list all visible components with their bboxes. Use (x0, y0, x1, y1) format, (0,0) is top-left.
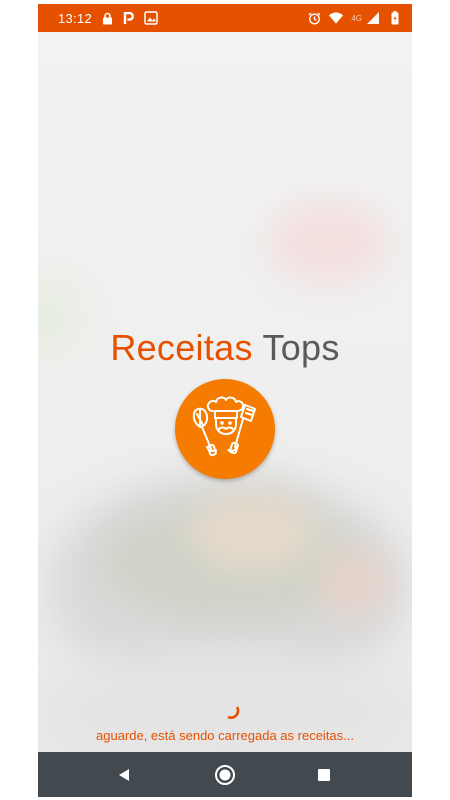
wifi-icon (329, 11, 344, 25)
battery-icon (388, 11, 402, 25)
network-type: 4G (351, 13, 362, 23)
status-bar: 13:12 4G (38, 4, 412, 32)
recents-icon (318, 768, 330, 781)
app-title-part2: Tops (262, 327, 340, 368)
lock-icon (100, 11, 114, 25)
alarm-icon (307, 11, 321, 25)
image-icon (144, 11, 158, 25)
loading-message: aguarde, está sendo carregada as receita… (96, 728, 354, 743)
device-screen: 13:12 4G Receitas Tops aguarde, está sen… (38, 4, 412, 797)
recents-button[interactable] (294, 752, 354, 797)
back-icon (119, 768, 129, 781)
home-icon (215, 764, 235, 785)
navigation-bar (38, 752, 412, 797)
status-time: 13:12 (58, 10, 93, 26)
app-title: Receitas Tops (38, 326, 412, 370)
app-title-part1: Receitas (110, 327, 253, 368)
loading-spinner (224, 704, 240, 720)
chef-logo-icon (175, 379, 275, 479)
back-button[interactable] (94, 752, 154, 797)
home-button[interactable] (195, 752, 255, 797)
parking-icon (122, 11, 136, 25)
signal-icon (366, 11, 380, 25)
